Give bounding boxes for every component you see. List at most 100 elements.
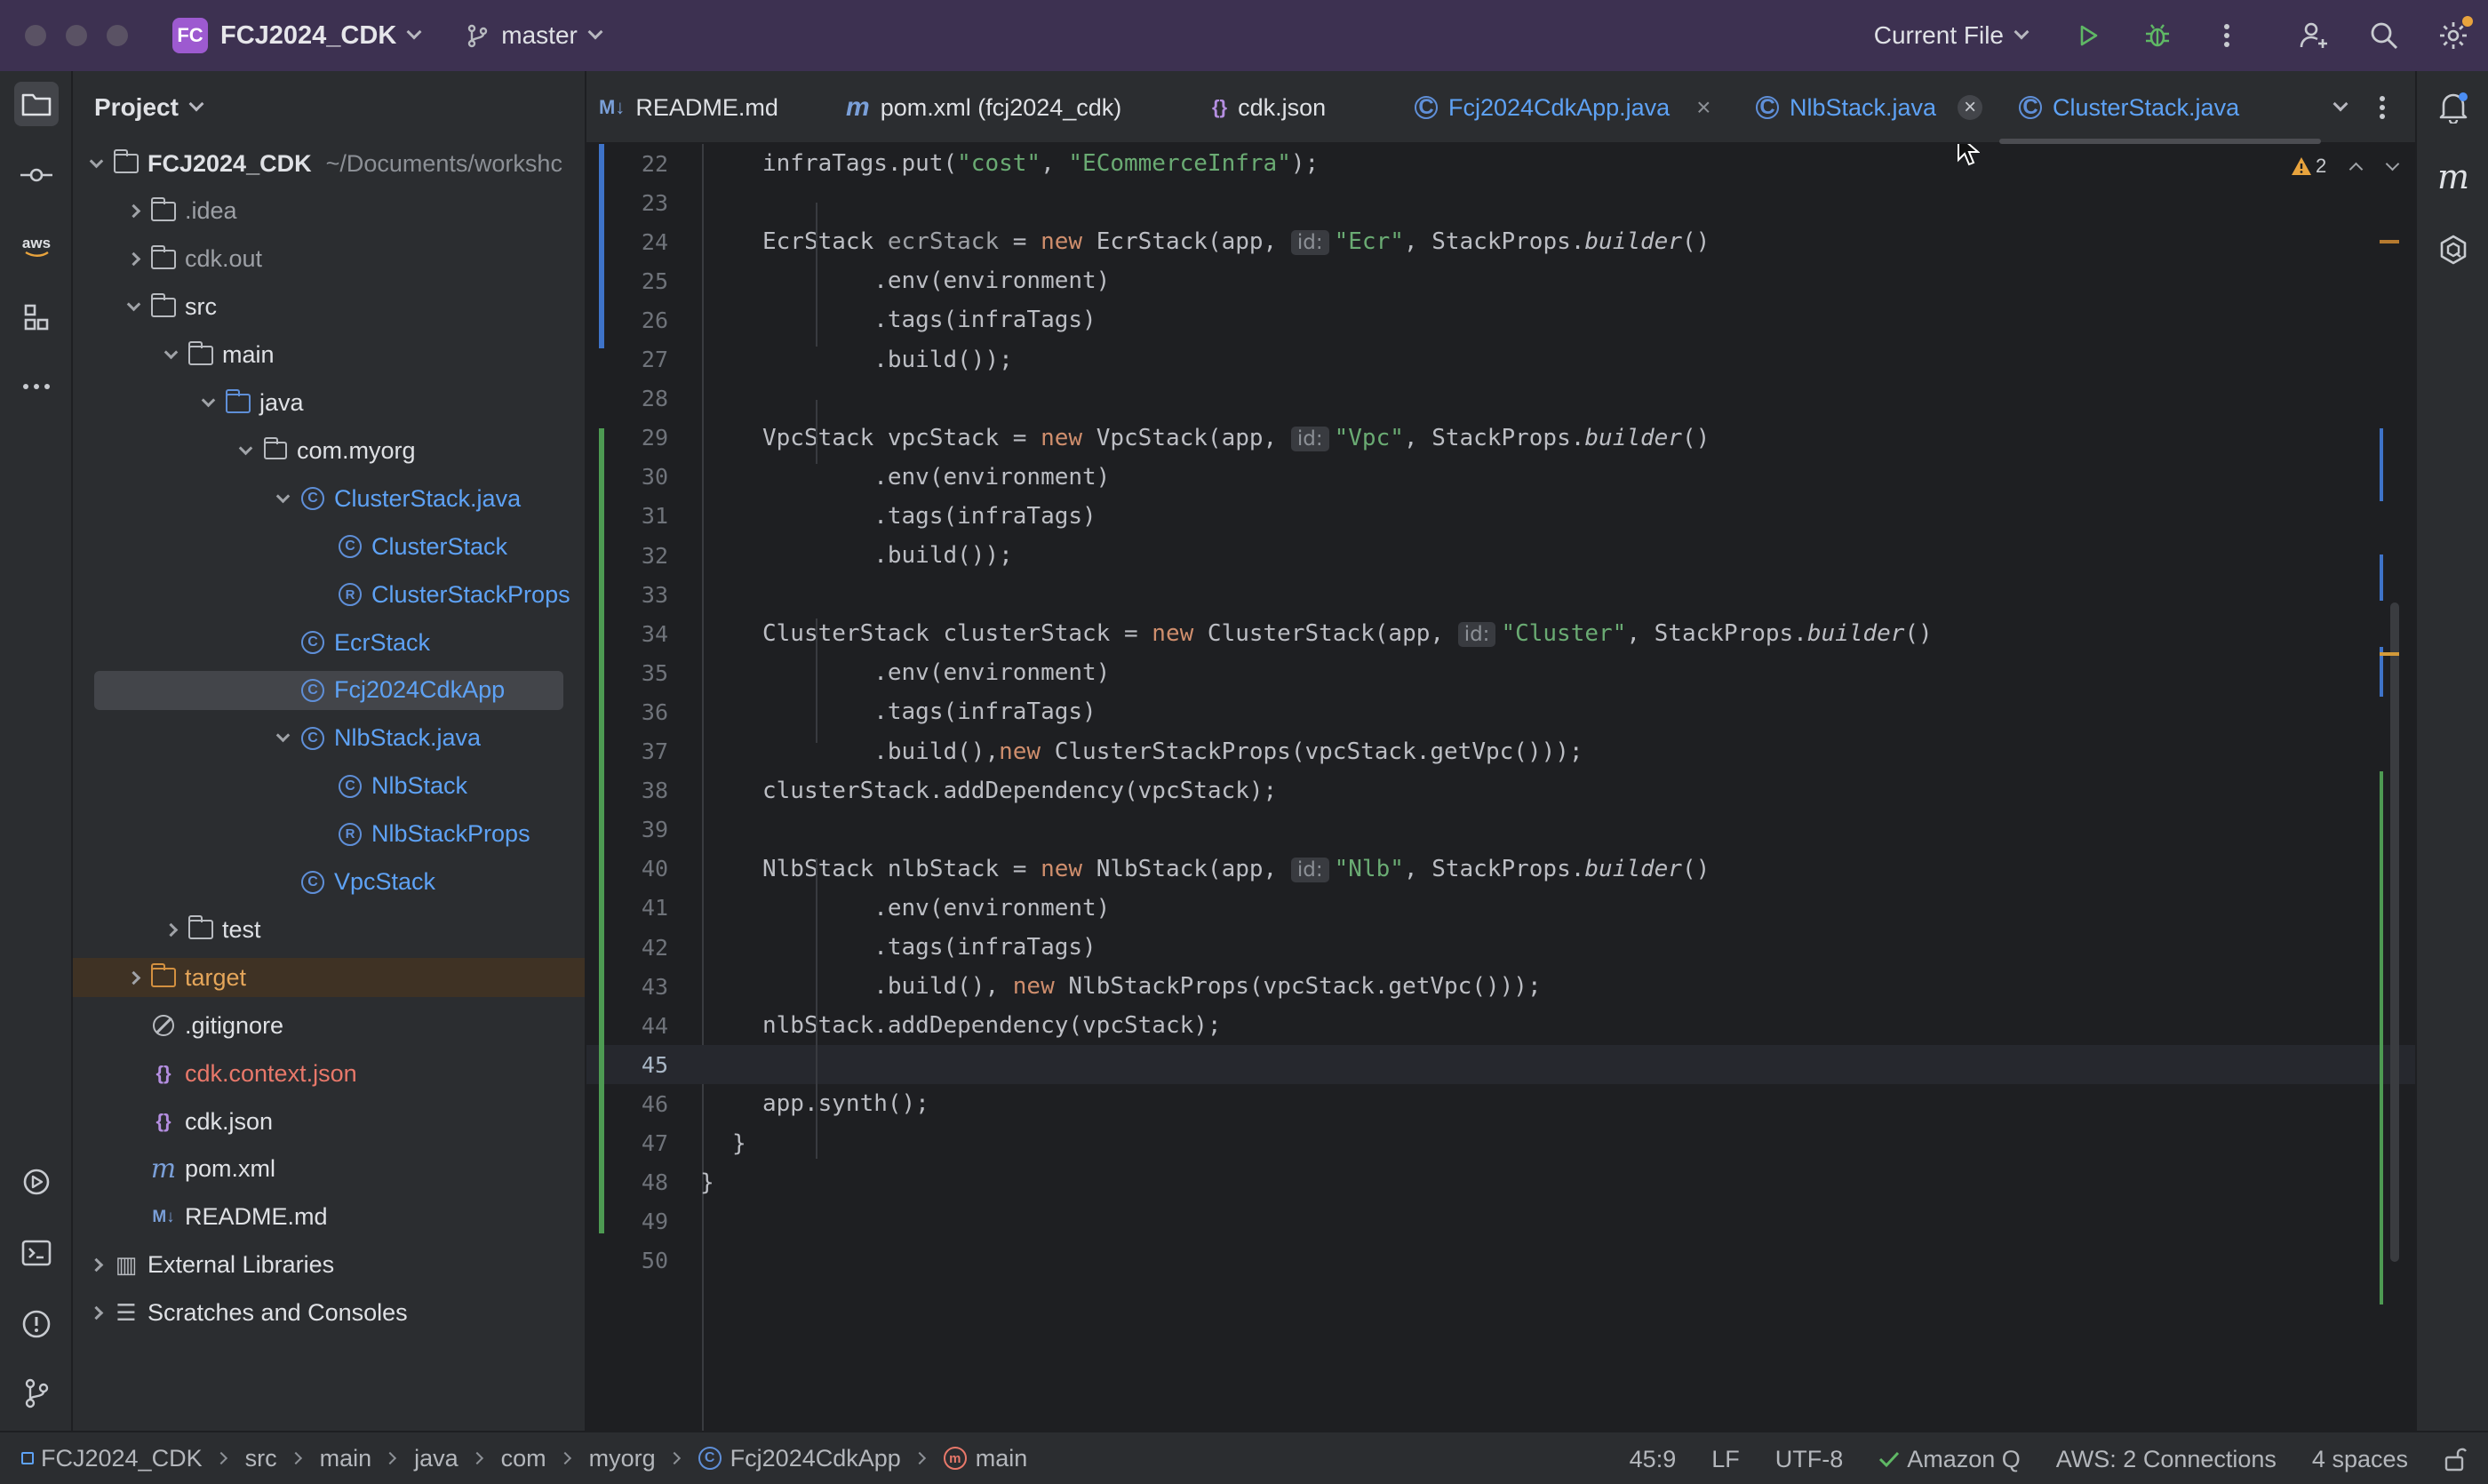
tree-item[interactable]: java	[73, 384, 585, 423]
code-line[interactable]: 29 VpcStack vpcStack = new VpcStack(app, …	[586, 419, 2415, 458]
close-tab-icon[interactable]: ×	[1958, 95, 1983, 120]
code-line[interactable]: 41 .env(environment)	[586, 889, 2415, 928]
code-line[interactable]: 23	[586, 183, 2415, 222]
tree-item[interactable]: C NlbStack.java	[73, 719, 585, 758]
tree-item[interactable]: .gitignore	[73, 1006, 585, 1045]
code-line[interactable]: 45	[586, 1045, 2415, 1085]
tree-item[interactable]: ▥ External Libraries	[73, 1246, 585, 1285]
chevron-down-icon[interactable]	[229, 441, 261, 456]
tab-nlbstack[interactable]: C NlbStack.java ×	[1756, 71, 1983, 144]
code-line[interactable]: 33	[586, 575, 2415, 614]
tree-item[interactable]: {} cdk.json	[73, 1102, 585, 1141]
tree-item[interactable]: src	[73, 288, 585, 327]
code-line[interactable]: 24 EcrStack ecrStack = new EcrStack(app, …	[586, 222, 2415, 261]
code-line[interactable]: 38 clusterStack.addDependency(vpcStack);	[586, 771, 2415, 810]
code-line[interactable]: 32 .build());	[586, 536, 2415, 575]
code-with-me-button[interactable]	[2297, 18, 2332, 53]
chevron-down-icon[interactable]	[267, 729, 299, 743]
code-line[interactable]: 44 nlbStack.addDependency(vpcStack);	[586, 1006, 2415, 1045]
tab-clusterstack[interactable]: C ClusterStack.java	[2019, 71, 2239, 144]
tree-item[interactable]: C EcrStack	[73, 623, 585, 662]
tree-item[interactable]: target	[73, 958, 585, 998]
project-switcher[interactable]: FCJ2024_CDK	[220, 21, 396, 51]
more-tool-windows-button[interactable]	[14, 364, 59, 409]
code-line[interactable]: 40 NlbStack nlbStack = new NlbStack(app, …	[586, 850, 2415, 889]
problems-tool-button[interactable]	[14, 1302, 59, 1346]
code-line[interactable]: 42 .tags(infraTags)	[586, 928, 2415, 967]
project-tool-button[interactable]	[14, 82, 59, 126]
unlock-icon[interactable]	[2444, 1447, 2467, 1472]
tree-item[interactable]: .idea	[73, 192, 585, 231]
chevron-down-icon[interactable]	[155, 345, 187, 360]
notifications-button[interactable]	[2431, 85, 2476, 130]
tree-item[interactable]: C ClusterStack.java	[73, 479, 585, 518]
code-line[interactable]: 22 infraTags.put("cost", "ECommerceInfra"…	[586, 144, 2415, 183]
close-tab-icon[interactable]: ×	[1696, 93, 1710, 122]
code-line[interactable]: 27 .build());	[586, 340, 2415, 379]
tab-fcj2024cdkapp[interactable]: C Fcj2024CdkApp.java ×	[1415, 71, 1711, 144]
breadcrumb-item[interactable]: Fcj2024CdkApp	[730, 1445, 901, 1472]
amazon-q-tool-button[interactable]	[2431, 227, 2476, 272]
tab-cdk-json[interactable]: {} cdk.json	[1212, 71, 1326, 144]
line-separator[interactable]: LF	[1711, 1446, 1740, 1473]
amazon-q-status[interactable]: Amazon Q	[1878, 1446, 2021, 1473]
aws-toolkit-button[interactable]: aws	[14, 224, 59, 268]
structure-tool-button[interactable]	[14, 295, 59, 339]
breadcrumb-item[interactable]: com	[501, 1445, 546, 1472]
code-line[interactable]: 49	[586, 1202, 2415, 1241]
code-line[interactable]: 30 .env(environment)	[586, 458, 2415, 497]
error-stripe[interactable]	[2380, 144, 2399, 1431]
search-everywhere-button[interactable]	[2366, 18, 2402, 53]
commit-tool-button[interactable]	[14, 153, 59, 197]
code-line[interactable]: 34 ClusterStack clusterStack = new Cluste…	[586, 614, 2415, 653]
file-encoding[interactable]: UTF-8	[1775, 1446, 1844, 1473]
tree-item[interactable]: C Fcj2024CdkApp	[94, 670, 563, 710]
zoom-window-button[interactable]	[107, 25, 128, 46]
code-line[interactable]: 36 .tags(infraTags)	[586, 692, 2415, 731]
maven-tool-button[interactable]: m	[2431, 155, 2476, 199]
tree-item[interactable]: M↓ README.md	[73, 1198, 585, 1237]
tree-item[interactable]: com.myorg	[73, 431, 585, 470]
debug-button[interactable]	[2140, 18, 2175, 53]
tree-item[interactable]: m pom.xml	[73, 1150, 585, 1189]
code-line[interactable]: 26 .tags(infraTags)	[586, 300, 2415, 339]
chevron-down-icon[interactable]	[117, 297, 149, 312]
branch-switcher[interactable]: master	[464, 21, 603, 50]
breadcrumb-item[interactable]: myorg	[589, 1445, 656, 1472]
code-line[interactable]: 43 .build(), new NlbStackProps(vpcStack.…	[586, 967, 2415, 1006]
more-actions-button[interactable]	[2209, 18, 2245, 53]
recent-tabs-dropdown[interactable]	[2323, 71, 2348, 144]
tree-item[interactable]: R ClusterStackProps	[73, 575, 585, 614]
chevron-down-icon[interactable]	[267, 489, 299, 504]
code-line[interactable]: 31 .tags(infraTags)	[586, 497, 2415, 536]
terminal-tool-button[interactable]	[14, 1231, 59, 1275]
chevron-down-icon[interactable]	[192, 393, 224, 408]
breadcrumb-item[interactable]: main	[976, 1445, 1028, 1472]
settings-button[interactable]	[2436, 16, 2473, 53]
breadcrumb-item[interactable]: java	[414, 1445, 459, 1472]
chevron-down-icon[interactable]	[80, 154, 112, 168]
tree-item[interactable]: C ClusterStack	[73, 527, 585, 566]
tab-readme[interactable]: M↓ README.md	[599, 71, 778, 144]
tree-item[interactable]: C NlbStack	[73, 767, 585, 806]
chevron-right-icon[interactable]	[155, 922, 187, 937]
aws-connections[interactable]: AWS: 2 Connections	[2056, 1446, 2277, 1473]
project-badge[interactable]: FC	[172, 18, 208, 53]
tree-item[interactable]: R NlbStackProps	[73, 815, 585, 854]
tab-pom-xml[interactable]: m pom.xml (fcj2024_cdk)	[846, 71, 1121, 144]
code-line[interactable]: 37 .build(),new ClusterStackProps(vpcSta…	[586, 732, 2415, 771]
services-tool-button[interactable]	[14, 1160, 59, 1204]
git-tool-button[interactable]	[14, 1371, 59, 1416]
chevron-right-icon[interactable]	[117, 970, 149, 985]
indent-setting[interactable]: 4 spaces	[2312, 1446, 2408, 1473]
tree-item[interactable]: cdk.out	[73, 240, 585, 279]
tree-item[interactable]: C VpcStack	[73, 863, 585, 902]
tab-options-button[interactable]	[2378, 71, 2387, 144]
chevron-right-icon[interactable]	[117, 204, 149, 219]
code-line[interactable]: 28	[586, 379, 2415, 419]
breadcrumb-item[interactable]: FCJ2024_CDK	[41, 1445, 203, 1472]
chevron-right-icon[interactable]	[80, 1257, 112, 1273]
code-line[interactable]: 25 .env(environment)	[586, 261, 2415, 300]
tree-item[interactable]: ☰ Scratches and Consoles	[73, 1294, 585, 1333]
code-line[interactable]: 48}	[586, 1163, 2415, 1202]
